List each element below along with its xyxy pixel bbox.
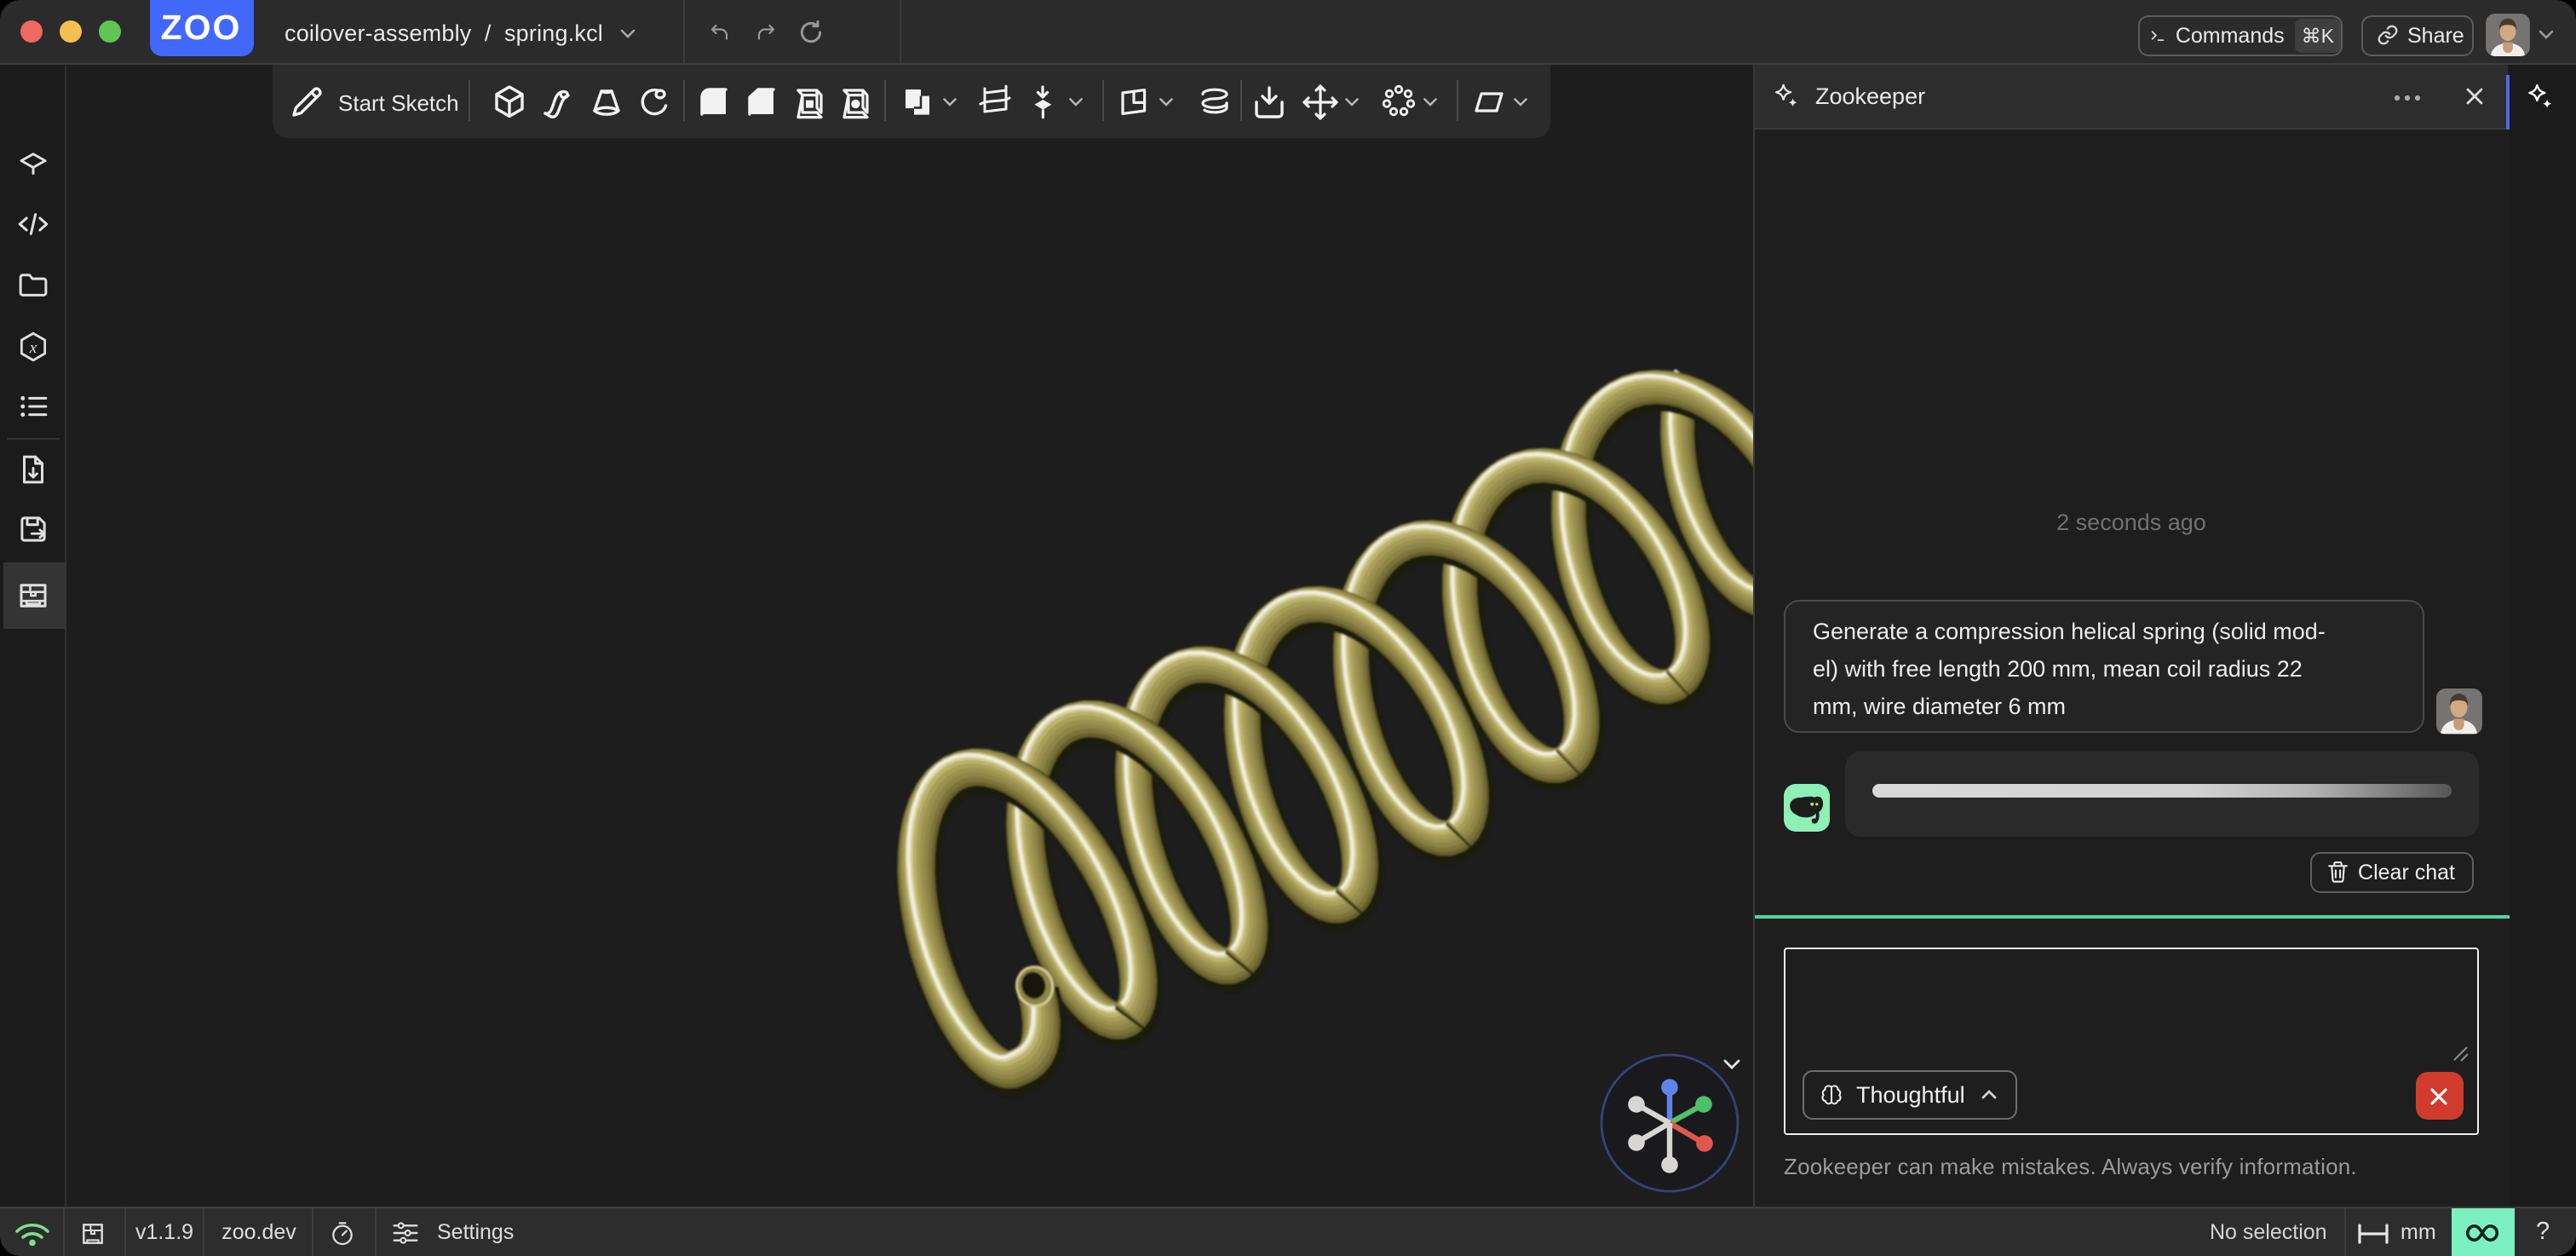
svg-text:x: x bbox=[29, 338, 37, 356]
svg-text:ZOO: ZOO bbox=[161, 11, 242, 45]
